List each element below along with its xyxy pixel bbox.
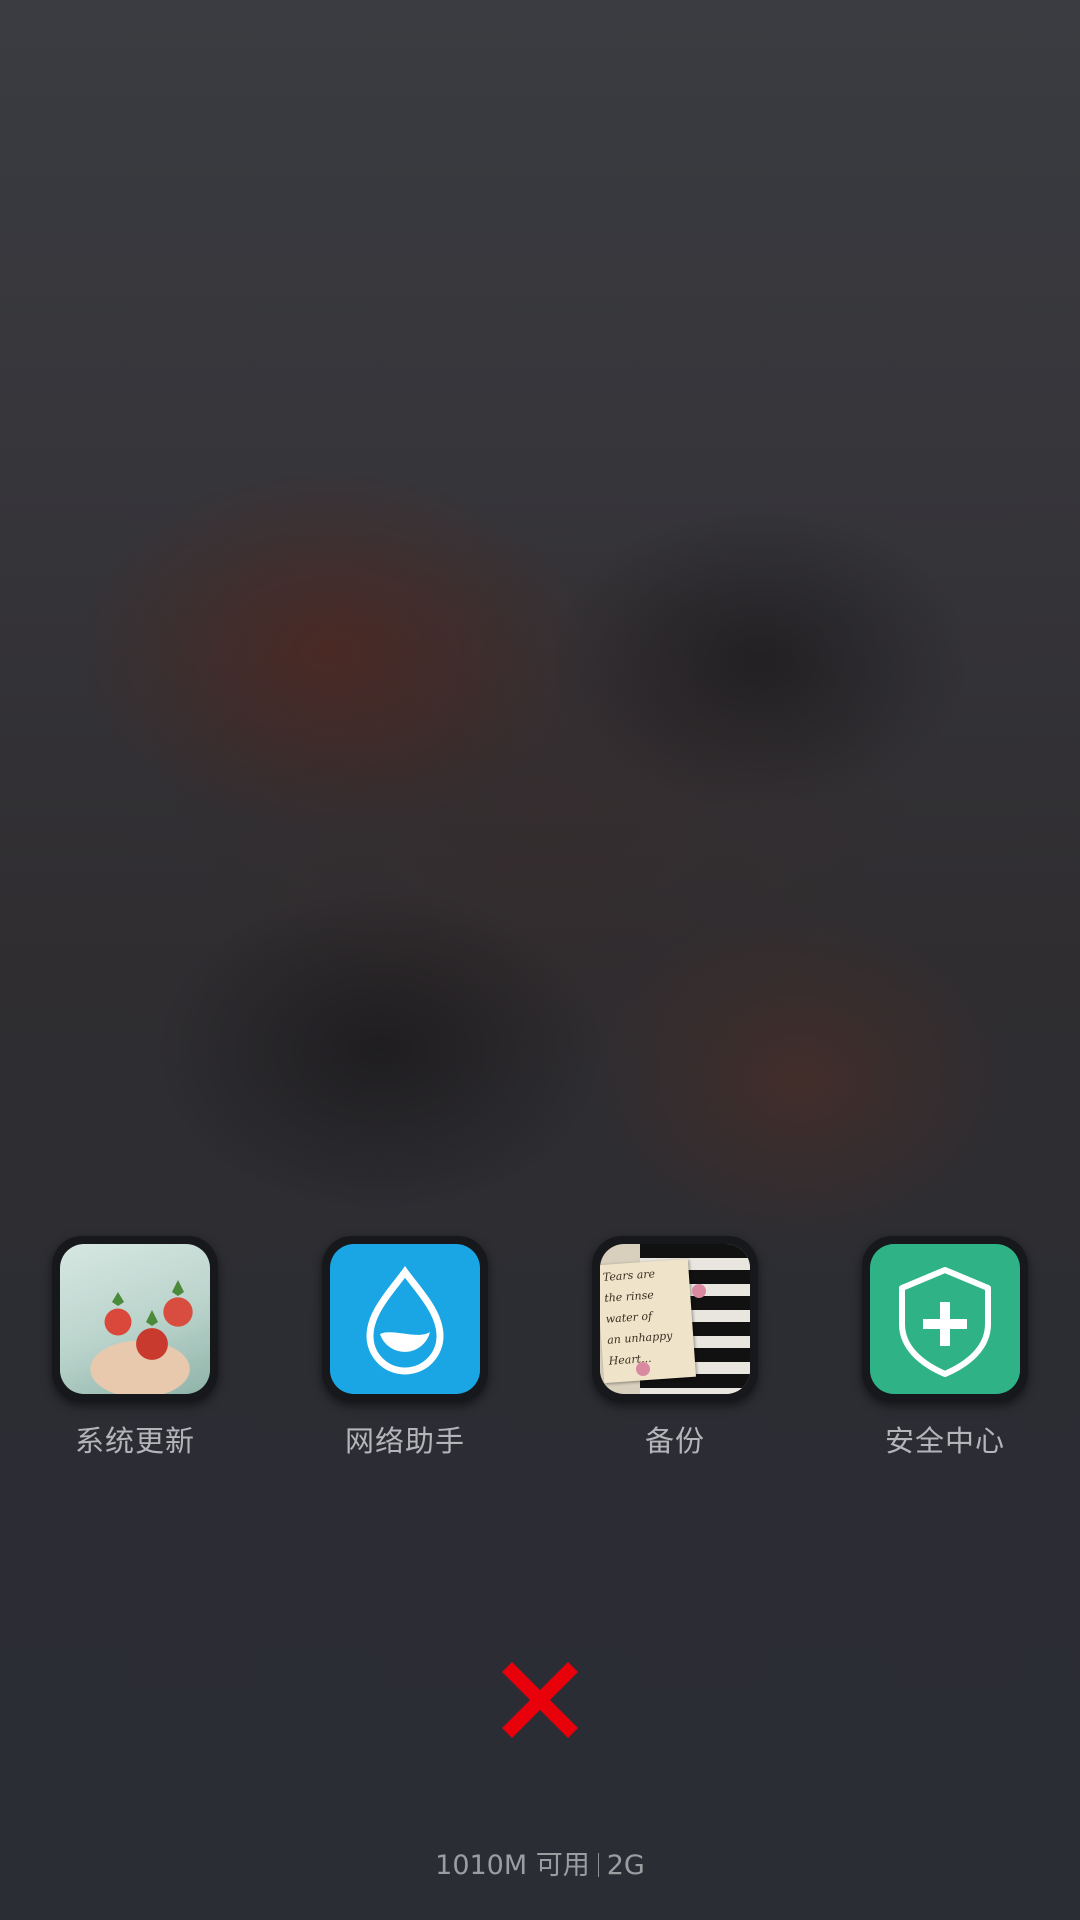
note-line-1: Tears are [602,1267,656,1284]
flower-decoration [636,1362,650,1376]
blurred-wallpaper [0,0,1080,1920]
app-label-network-assistant: 网络助手 [344,1424,465,1458]
piano-photo: Tears are the rinse water of an unhappy … [600,1244,750,1394]
memory-total: 2G [606,1850,645,1881]
recent-apps-row: 系统更新 网络助手 Tears are the rinse water of a… [0,1236,1080,1466]
strawberry-photo-icon[interactable] [52,1236,218,1402]
app-system-update[interactable]: 系统更新 [25,1236,245,1460]
status-divider [597,1853,599,1877]
app-label-system-update: 系统更新 [74,1424,195,1458]
note-line-4: an unhappy [606,1329,673,1347]
strawberry-photo [60,1244,210,1394]
note-line-2: the rinse [603,1288,655,1305]
app-backup[interactable]: Tears are the rinse water of an unhappy … [565,1236,785,1460]
app-network-assistant[interactable]: 网络助手 [295,1236,515,1460]
app-label-backup: 备份 [644,1424,705,1458]
network-assistant-tile [330,1244,480,1394]
close-icon [502,1662,578,1738]
memory-available: 1010M 可用 [435,1850,590,1881]
security-center-tile [870,1244,1020,1394]
memory-status: 1010M 可用 2G [0,1843,1080,1882]
flower-decoration [692,1284,706,1298]
piano-photo-icon[interactable]: Tears are the rinse water of an unhappy … [592,1236,758,1402]
note-line-3: water of [605,1309,653,1326]
water-drop-icon[interactable] [322,1236,488,1402]
app-security-center[interactable]: 安全中心 [835,1236,1055,1460]
shield-plus-icon[interactable] [862,1236,1028,1402]
app-label-security-center: 安全中心 [884,1424,1005,1458]
close-all-button[interactable] [495,1655,585,1745]
